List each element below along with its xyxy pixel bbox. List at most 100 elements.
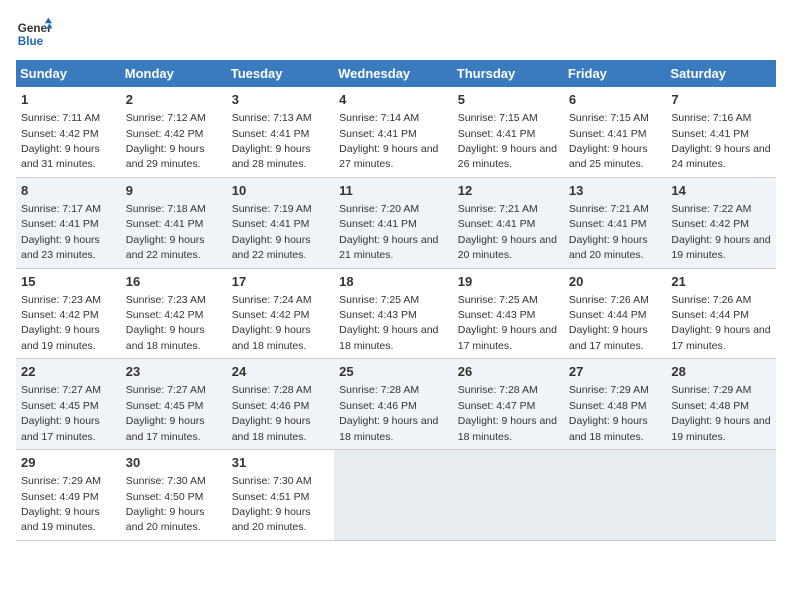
day-number: 18	[339, 273, 448, 291]
day-cell: 10 Sunrise: 7:19 AMSunset: 4:41 PMDaylig…	[227, 177, 334, 268]
calendar-body: 1 Sunrise: 7:11 AMSunset: 4:42 PMDayligh…	[16, 87, 776, 540]
day-info: Sunrise: 7:14 AMSunset: 4:41 PMDaylight:…	[339, 112, 438, 170]
day-cell: 7 Sunrise: 7:16 AMSunset: 4:41 PMDayligh…	[666, 87, 776, 177]
day-cell: 15 Sunrise: 7:23 AMSunset: 4:42 PMDaylig…	[16, 268, 121, 359]
day-info: Sunrise: 7:20 AMSunset: 4:41 PMDaylight:…	[339, 203, 438, 261]
day-info: Sunrise: 7:23 AMSunset: 4:42 PMDaylight:…	[21, 294, 101, 352]
day-cell: 24 Sunrise: 7:28 AMSunset: 4:46 PMDaylig…	[227, 359, 334, 450]
week-row-5: 29 Sunrise: 7:29 AMSunset: 4:49 PMDaylig…	[16, 450, 776, 541]
day-cell: 17 Sunrise: 7:24 AMSunset: 4:42 PMDaylig…	[227, 268, 334, 359]
day-number: 4	[339, 91, 448, 109]
day-header-monday: Monday	[121, 60, 227, 87]
day-number: 31	[232, 454, 329, 472]
day-cell: 22 Sunrise: 7:27 AMSunset: 4:45 PMDaylig…	[16, 359, 121, 450]
day-number: 19	[458, 273, 559, 291]
header: General Blue	[16, 16, 776, 52]
calendar-table: SundayMondayTuesdayWednesdayThursdayFrid…	[16, 60, 776, 541]
day-cell: 25 Sunrise: 7:28 AMSunset: 4:46 PMDaylig…	[334, 359, 453, 450]
day-info: Sunrise: 7:12 AMSunset: 4:42 PMDaylight:…	[126, 112, 206, 170]
day-number: 17	[232, 273, 329, 291]
day-header-tuesday: Tuesday	[227, 60, 334, 87]
day-number: 15	[21, 273, 116, 291]
day-cell: 23 Sunrise: 7:27 AMSunset: 4:45 PMDaylig…	[121, 359, 227, 450]
week-row-1: 1 Sunrise: 7:11 AMSunset: 4:42 PMDayligh…	[16, 87, 776, 177]
day-info: Sunrise: 7:18 AMSunset: 4:41 PMDaylight:…	[126, 203, 206, 261]
day-info: Sunrise: 7:13 AMSunset: 4:41 PMDaylight:…	[232, 112, 312, 170]
day-cell: 12 Sunrise: 7:21 AMSunset: 4:41 PMDaylig…	[453, 177, 564, 268]
day-number: 7	[671, 91, 771, 109]
day-cell: 30 Sunrise: 7:30 AMSunset: 4:50 PMDaylig…	[121, 450, 227, 541]
day-cell: 2 Sunrise: 7:12 AMSunset: 4:42 PMDayligh…	[121, 87, 227, 177]
day-cell: 28 Sunrise: 7:29 AMSunset: 4:48 PMDaylig…	[666, 359, 776, 450]
day-number: 27	[569, 363, 661, 381]
day-cell: 21 Sunrise: 7:26 AMSunset: 4:44 PMDaylig…	[666, 268, 776, 359]
day-cell: 5 Sunrise: 7:15 AMSunset: 4:41 PMDayligh…	[453, 87, 564, 177]
day-number: 26	[458, 363, 559, 381]
day-cell: 16 Sunrise: 7:23 AMSunset: 4:42 PMDaylig…	[121, 268, 227, 359]
day-header-saturday: Saturday	[666, 60, 776, 87]
day-info: Sunrise: 7:21 AMSunset: 4:41 PMDaylight:…	[569, 203, 649, 261]
day-number: 2	[126, 91, 222, 109]
day-number: 25	[339, 363, 448, 381]
day-cell: 4 Sunrise: 7:14 AMSunset: 4:41 PMDayligh…	[334, 87, 453, 177]
day-number: 11	[339, 182, 448, 200]
day-cell	[453, 450, 564, 541]
day-cell: 8 Sunrise: 7:17 AMSunset: 4:41 PMDayligh…	[16, 177, 121, 268]
day-number: 6	[569, 91, 661, 109]
day-number: 3	[232, 91, 329, 109]
day-cell	[564, 450, 666, 541]
day-cell	[334, 450, 453, 541]
day-info: Sunrise: 7:25 AMSunset: 4:43 PMDaylight:…	[458, 294, 557, 352]
day-number: 1	[21, 91, 116, 109]
day-cell: 3 Sunrise: 7:13 AMSunset: 4:41 PMDayligh…	[227, 87, 334, 177]
day-info: Sunrise: 7:27 AMSunset: 4:45 PMDaylight:…	[21, 384, 101, 442]
day-number: 12	[458, 182, 559, 200]
day-info: Sunrise: 7:22 AMSunset: 4:42 PMDaylight:…	[671, 203, 770, 261]
day-cell: 20 Sunrise: 7:26 AMSunset: 4:44 PMDaylig…	[564, 268, 666, 359]
day-number: 28	[671, 363, 771, 381]
day-cell: 6 Sunrise: 7:15 AMSunset: 4:41 PMDayligh…	[564, 87, 666, 177]
week-row-4: 22 Sunrise: 7:27 AMSunset: 4:45 PMDaylig…	[16, 359, 776, 450]
day-info: Sunrise: 7:16 AMSunset: 4:41 PMDaylight:…	[671, 112, 770, 170]
day-cell: 31 Sunrise: 7:30 AMSunset: 4:51 PMDaylig…	[227, 450, 334, 541]
day-info: Sunrise: 7:26 AMSunset: 4:44 PMDaylight:…	[671, 294, 770, 352]
day-cell: 9 Sunrise: 7:18 AMSunset: 4:41 PMDayligh…	[121, 177, 227, 268]
day-cell: 11 Sunrise: 7:20 AMSunset: 4:41 PMDaylig…	[334, 177, 453, 268]
day-info: Sunrise: 7:28 AMSunset: 4:46 PMDaylight:…	[339, 384, 438, 442]
day-header-sunday: Sunday	[16, 60, 121, 87]
day-info: Sunrise: 7:21 AMSunset: 4:41 PMDaylight:…	[458, 203, 557, 261]
day-cell	[666, 450, 776, 541]
day-number: 23	[126, 363, 222, 381]
day-number: 8	[21, 182, 116, 200]
day-info: Sunrise: 7:26 AMSunset: 4:44 PMDaylight:…	[569, 294, 649, 352]
day-info: Sunrise: 7:17 AMSunset: 4:41 PMDaylight:…	[21, 203, 101, 261]
days-header-row: SundayMondayTuesdayWednesdayThursdayFrid…	[16, 60, 776, 87]
day-header-thursday: Thursday	[453, 60, 564, 87]
day-info: Sunrise: 7:11 AMSunset: 4:42 PMDaylight:…	[21, 112, 100, 170]
day-info: Sunrise: 7:28 AMSunset: 4:47 PMDaylight:…	[458, 384, 557, 442]
day-info: Sunrise: 7:27 AMSunset: 4:45 PMDaylight:…	[126, 384, 206, 442]
day-number: 13	[569, 182, 661, 200]
day-info: Sunrise: 7:30 AMSunset: 4:50 PMDaylight:…	[126, 475, 206, 533]
day-number: 10	[232, 182, 329, 200]
week-row-3: 15 Sunrise: 7:23 AMSunset: 4:42 PMDaylig…	[16, 268, 776, 359]
day-cell: 29 Sunrise: 7:29 AMSunset: 4:49 PMDaylig…	[16, 450, 121, 541]
day-number: 22	[21, 363, 116, 381]
day-number: 14	[671, 182, 771, 200]
day-number: 29	[21, 454, 116, 472]
day-cell: 14 Sunrise: 7:22 AMSunset: 4:42 PMDaylig…	[666, 177, 776, 268]
svg-text:Blue: Blue	[18, 35, 44, 48]
svg-text:General: General	[18, 22, 52, 35]
logo: General Blue	[16, 16, 52, 52]
day-cell: 26 Sunrise: 7:28 AMSunset: 4:47 PMDaylig…	[453, 359, 564, 450]
day-info: Sunrise: 7:29 AMSunset: 4:49 PMDaylight:…	[21, 475, 101, 533]
day-info: Sunrise: 7:15 AMSunset: 4:41 PMDaylight:…	[458, 112, 557, 170]
day-info: Sunrise: 7:24 AMSunset: 4:42 PMDaylight:…	[232, 294, 312, 352]
day-number: 24	[232, 363, 329, 381]
day-number: 5	[458, 91, 559, 109]
logo-icon: General Blue	[16, 16, 52, 52]
day-info: Sunrise: 7:23 AMSunset: 4:42 PMDaylight:…	[126, 294, 206, 352]
day-cell: 18 Sunrise: 7:25 AMSunset: 4:43 PMDaylig…	[334, 268, 453, 359]
day-info: Sunrise: 7:15 AMSunset: 4:41 PMDaylight:…	[569, 112, 649, 170]
day-cell: 1 Sunrise: 7:11 AMSunset: 4:42 PMDayligh…	[16, 87, 121, 177]
